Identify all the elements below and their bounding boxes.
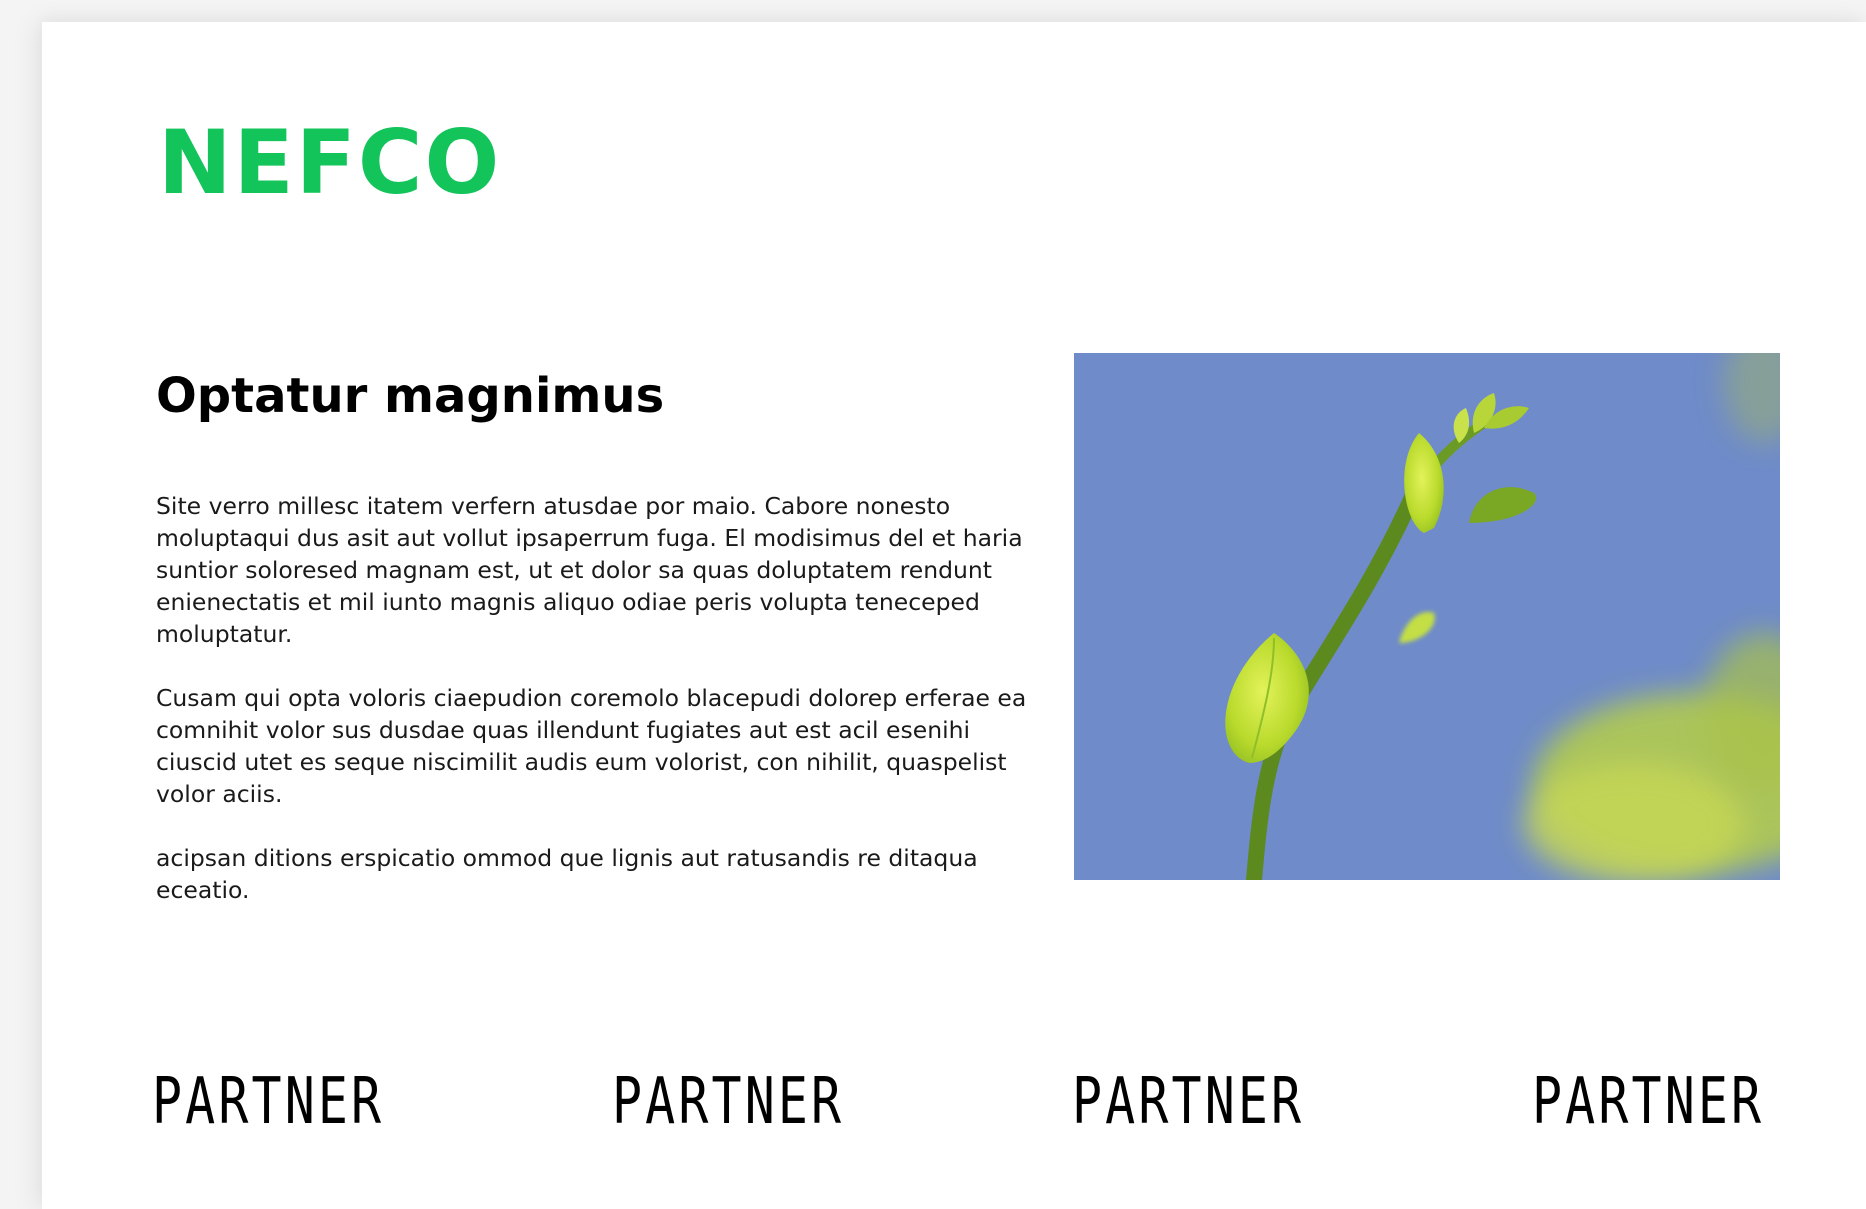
section-heading: Optatur magnimus xyxy=(156,368,665,424)
partner-logo[interactable]: PARTNER xyxy=(1532,1070,1764,1134)
paragraph: acipsan ditions erspicatio ommod que lig… xyxy=(156,844,978,904)
plant-sprout-illustration xyxy=(1074,353,1780,880)
nefco-logo[interactable]: NEFCO xyxy=(158,108,501,218)
partner-logo[interactable]: PARTNER xyxy=(612,1070,844,1134)
plant-sprout-image xyxy=(1074,353,1780,880)
paragraph: Site verro millesc itatem verfern atusda… xyxy=(156,492,1023,648)
paragraph: Cusam qui opta voloris ciaepudion coremo… xyxy=(156,684,1027,808)
logo-text: NEFCO xyxy=(158,111,502,214)
partner-logo[interactable]: PARTNER xyxy=(1072,1070,1304,1134)
body-text: Site verro millesc itatem verfern atusda… xyxy=(156,490,1036,938)
partner-logo[interactable]: PARTNER xyxy=(152,1070,384,1134)
partner-logos: PARTNER PARTNER PARTNER PARTNER xyxy=(152,1070,1796,1150)
page-card: NEFCO Optatur magnimus Site verro milles… xyxy=(42,22,1866,1209)
